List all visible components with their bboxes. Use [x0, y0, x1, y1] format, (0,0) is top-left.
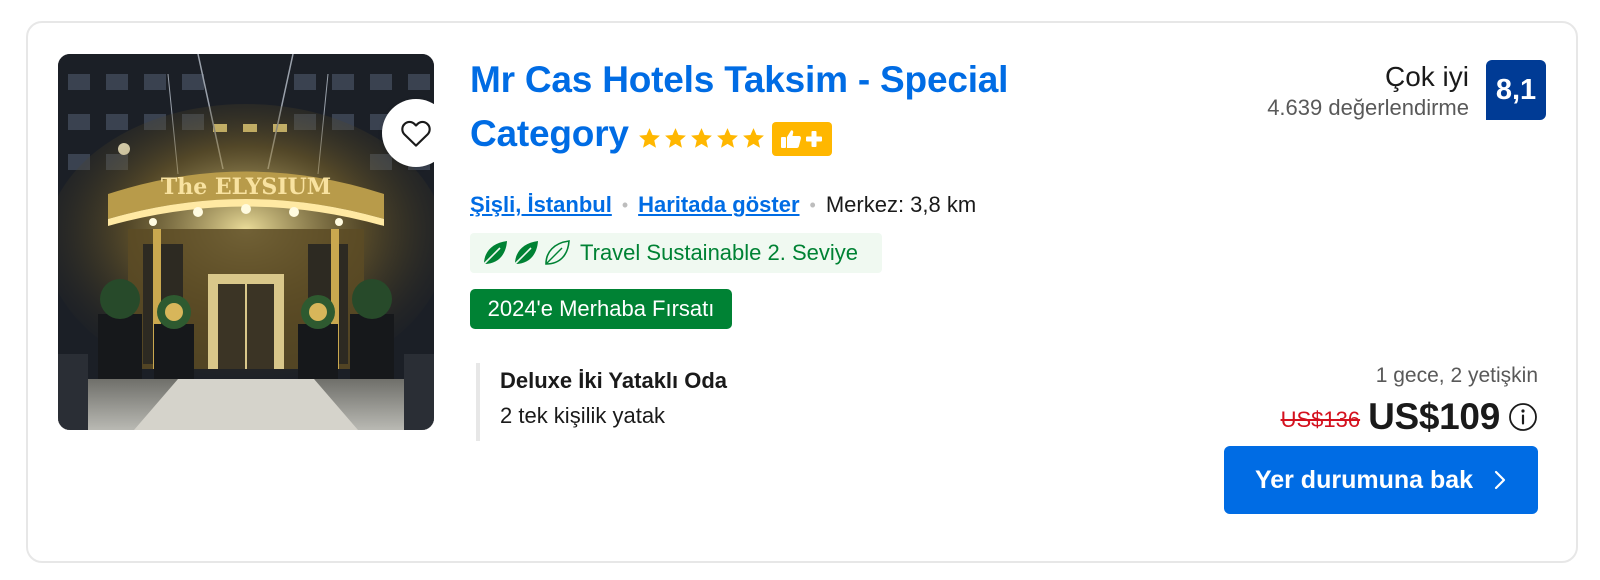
location-link[interactable]: Şişli, İstanbul	[470, 192, 612, 218]
hotel-card[interactable]: The ELYSIUM Mr Cas Hotels Taksim - Speci…	[26, 21, 1578, 563]
current-price: US$109	[1368, 396, 1500, 437]
preferred-plus-badge[interactable]	[771, 121, 832, 156]
sustainability-leaves	[480, 238, 572, 268]
star-icon	[664, 128, 686, 149]
travel-sustainable-badge[interactable]: Travel Sustainable 2. Seviye	[470, 233, 882, 273]
title-block: Mr Cas Hotels Taksim - Special Category	[470, 53, 1090, 161]
room-info: Deluxe İki Yataklı Oda 2 tek kişilik yat…	[476, 363, 727, 441]
heart-icon	[401, 120, 431, 147]
review-score-badge[interactable]: 8,1	[1486, 60, 1546, 120]
plus-icon	[806, 130, 823, 147]
star-rating	[637, 126, 766, 151]
leaf-filled-icon	[514, 241, 538, 265]
room-beds: 2 tek kişilik yatak	[500, 403, 666, 428]
deal-badge: 2024'e Merhaba Fırsatı	[470, 289, 732, 329]
star-icon	[638, 128, 660, 149]
star-icon	[742, 128, 764, 149]
info-icon[interactable]	[1508, 402, 1538, 432]
review-summary[interactable]: Çok iyi 4.639 değerlendirme	[1267, 61, 1469, 121]
review-count: 4.639 değerlendirme	[1267, 95, 1469, 120]
review-word: Çok iyi	[1384, 61, 1469, 92]
separator-dot: •	[809, 194, 816, 215]
original-price: US$136	[1280, 407, 1361, 432]
chevron-right-icon	[1494, 470, 1506, 490]
location-row: Şişli, İstanbul • Haritada göster • Merk…	[470, 192, 976, 218]
leaf-outline-icon	[545, 240, 570, 265]
star-icon	[716, 128, 738, 149]
star-icon	[690, 128, 712, 149]
see-availability-button[interactable]: Yer durumuna bak	[1224, 446, 1538, 514]
distance-from-center: Merkez: 3,8 km	[825, 192, 977, 217]
price-row: US$136 US$109	[1281, 396, 1538, 438]
stay-details: 1 gece, 2 yetişkin	[1375, 364, 1538, 387]
hotel-photo[interactable]: The ELYSIUM	[58, 54, 434, 430]
room-name: Deluxe İki Yataklı Oda	[500, 368, 728, 393]
show-on-map-link[interactable]: Haritada göster	[638, 192, 799, 218]
separator-dot: •	[621, 194, 629, 215]
leaf-filled-icon	[483, 241, 507, 265]
thumbs-up-icon	[781, 130, 802, 148]
sustainability-label: Travel Sustainable 2. Seviye	[580, 240, 858, 265]
hotel-sign-text: The ELYSIUM	[161, 174, 331, 200]
see-availability-label: Yer durumuna bak	[1254, 465, 1474, 494]
